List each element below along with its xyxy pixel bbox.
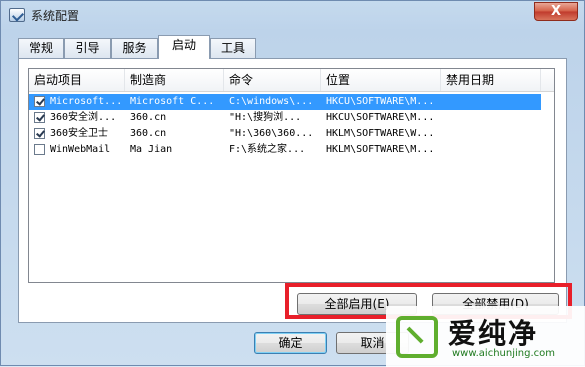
cell-location: HKCU\SOFTWARE\M... [326,112,435,123]
tab-general[interactable]: 常规 [18,38,64,58]
cell-location: HKLM\SOFTWARE\W... [326,128,435,139]
tab-tools[interactable]: 工具 [210,38,256,58]
close-button[interactable]: X [534,2,578,21]
cell-maker: 360.cn [130,112,167,123]
watermark: 爱纯净 www.aichunjing.com [386,306,585,367]
tab-boot[interactable]: 引导 [64,38,111,58]
column-manufacturer[interactable]: 制造商 [125,69,224,91]
cell-location: HKCU\SOFTWARE\M... [326,96,435,107]
column-location[interactable]: 位置 [321,69,441,91]
startup-list[interactable]: 启动项目 制造商 命令 位置 禁用日期 Microsoft... Microso… [28,68,555,283]
title-bar[interactable]: 系统配置 X [1,1,584,29]
table-row[interactable]: WinWebMail Ma Jian F:\系统之家... HKLM\SOFTW… [29,142,541,158]
ok-button[interactable]: 确定 [254,332,327,354]
watermark-url: www.aichunjing.com [452,348,555,359]
watermark-name: 爱纯净 [448,317,539,350]
msconfig-app-icon [9,8,25,22]
brand-logo-icon [396,316,438,358]
column-disabled-date[interactable]: 禁用日期 [441,69,541,91]
cell-item: 360安全卫士 [50,128,109,139]
table-row[interactable]: 360安全卫士 360.cn "H:\360\360... HKLM\SOFTW… [29,126,541,142]
row-checkbox[interactable] [34,144,45,155]
cell-item: Microsoft... [50,96,122,107]
system-config-window: 系统配置 X 常规 引导 服务 启动 工具 启动项目 制造商 命令 位置 禁用日… [0,0,585,367]
column-startup-item[interactable]: 启动项目 [29,69,125,91]
cell-command: "H:\搜狗浏... [229,112,302,123]
row-checkbox[interactable] [34,112,45,123]
cell-location: HKLM\SOFTWARE\M... [326,144,435,155]
tab-startup[interactable]: 启动 [158,35,210,59]
table-row[interactable]: 360安全浏... 360.cn "H:\搜狗浏... HKCU\SOFTWAR… [29,110,541,126]
cell-maker: Microsoft C... [130,96,215,107]
cell-command: C:\windows\... [229,96,314,107]
cell-item: 360安全浏... [50,112,117,123]
cell-maker: 360.cn [130,128,167,139]
cell-item: WinWebMail [50,144,111,155]
list-header: 启动项目 制造商 命令 位置 禁用日期 [29,69,554,92]
cell-command: F:\系统之家... [229,144,306,155]
row-checkbox[interactable] [34,96,45,107]
cell-command: "H:\360\360... [229,128,314,139]
column-command[interactable]: 命令 [224,69,321,91]
cell-maker: Ma Jian [130,144,173,155]
row-checkbox[interactable] [34,128,45,139]
table-row[interactable]: Microsoft... Microsoft C... C:\windows\.… [29,94,541,110]
tab-services[interactable]: 服务 [111,38,158,58]
window-title: 系统配置 [31,9,80,23]
